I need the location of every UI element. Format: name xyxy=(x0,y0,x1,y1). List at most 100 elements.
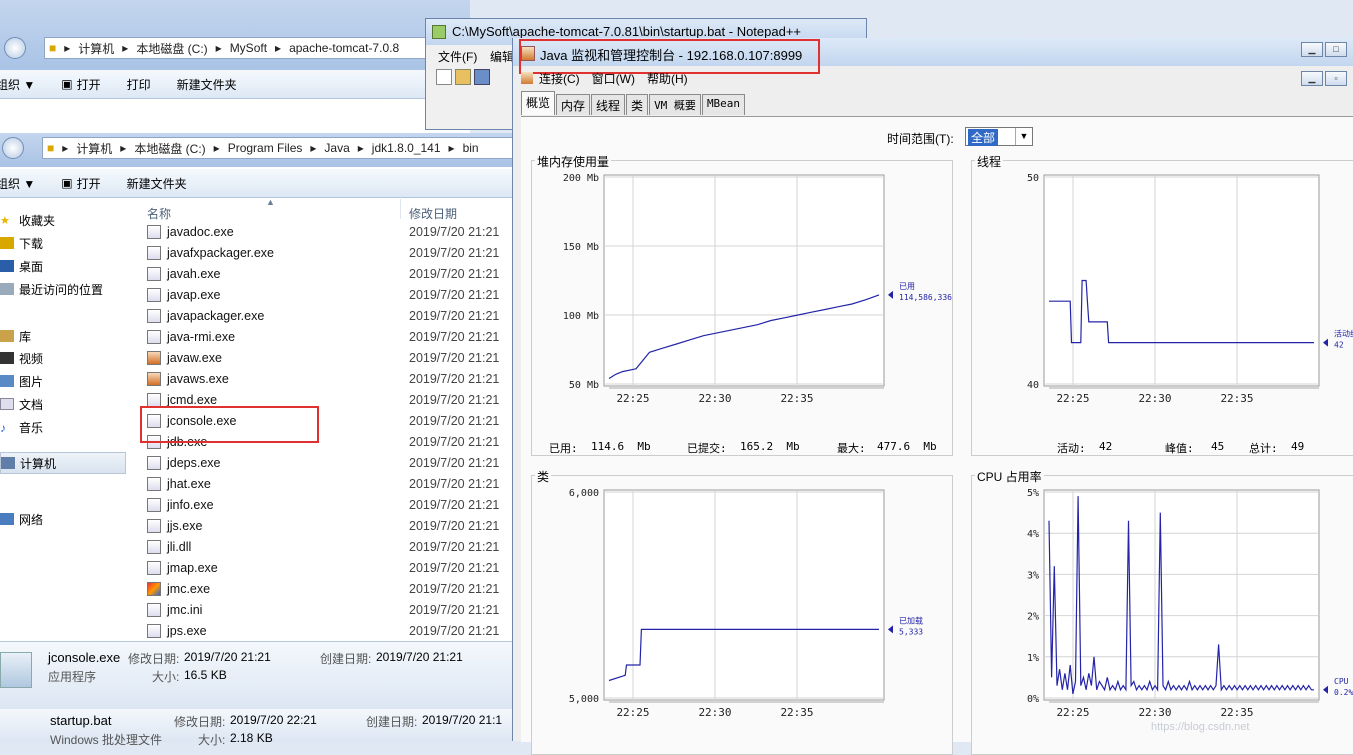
nav-computer[interactable]: 计算机 xyxy=(0,452,126,474)
details-size-label: 大小: xyxy=(152,670,180,684)
maximize-button[interactable]: □ xyxy=(1325,42,1347,57)
file-icon xyxy=(147,560,161,575)
file-row[interactable]: javapackager.exe 2019/7/20 21:21 xyxy=(147,305,517,326)
nav-pictures[interactable]: 图片 xyxy=(0,371,43,391)
breadcrumb-item[interactable]: 本地磁盘 (C:) xyxy=(134,140,205,157)
file-row[interactable]: javafxpackager.exe 2019/7/20 21:21 xyxy=(147,242,517,263)
pictures-icon xyxy=(0,375,14,387)
explorer-window-jdk-bin: ■ ▸ 计算机 ▸ 本地磁盘 (C:) ▸ Program Files ▸ Ja… xyxy=(0,133,521,709)
nav-desktop[interactable]: 桌面 xyxy=(0,256,43,276)
tab-memory[interactable]: 内存 xyxy=(556,94,591,115)
series-name-label: 活动线程 xyxy=(1334,329,1353,339)
file-row[interactable]: jjs.exe 2019/7/20 21:21 xyxy=(147,515,517,536)
folder-icon: ■ xyxy=(47,141,55,155)
column-header-date[interactable]: 修改日期 xyxy=(409,205,457,222)
file-row[interactable]: javadoc.exe 2019/7/20 21:21 xyxy=(147,221,517,242)
x-tick-label: 22:25 xyxy=(616,392,649,405)
file-row[interactable]: javaw.exe 2019/7/20 21:21 xyxy=(147,347,517,368)
organize-button[interactable]: 组织 ▼ xyxy=(0,175,35,192)
new-file-icon[interactable] xyxy=(436,69,452,85)
file-date: 2019/7/20 21:21 xyxy=(409,560,500,575)
nav-libraries[interactable]: 库 xyxy=(0,326,31,346)
breadcrumb-item[interactable]: Program Files xyxy=(228,141,303,155)
tab-overview[interactable]: 概览 xyxy=(521,91,556,115)
nav-recent[interactable]: 最近访问的位置 xyxy=(0,279,103,299)
y-tick-label: 4% xyxy=(1027,529,1039,540)
series-marker xyxy=(888,290,893,299)
file-row[interactable]: jmc.exe 2019/7/20 21:21 xyxy=(147,578,517,599)
details-filename: jconsole.exe xyxy=(48,650,121,665)
breadcrumb-item[interactable]: Java xyxy=(324,141,349,155)
menu-file[interactable]: 文件(F) xyxy=(438,48,477,65)
jconsole-highlight-box xyxy=(140,406,319,443)
back-button[interactable] xyxy=(4,37,26,59)
menu-help[interactable]: 帮助(H) xyxy=(647,70,688,87)
file-row[interactable]: jhat.exe 2019/7/20 21:21 xyxy=(147,473,517,494)
file-name-cell: javah.exe xyxy=(147,266,409,281)
menu-connection[interactable]: 连接(C) xyxy=(539,70,580,87)
file-row[interactable]: jmap.exe 2019/7/20 21:21 xyxy=(147,557,517,578)
file-date: 2019/7/20 21:21 xyxy=(409,329,500,344)
file-row[interactable]: javap.exe 2019/7/20 21:21 xyxy=(147,284,517,305)
x-tick-label: 22:35 xyxy=(780,392,813,405)
inner-minimize-button[interactable]: ▁ xyxy=(1301,71,1323,86)
nav-favorites[interactable]: ★ 收藏夹 xyxy=(0,210,55,230)
new-folder-button[interactable]: 新建文件夹 xyxy=(177,76,237,93)
tab-mbeans[interactable]: MBean xyxy=(701,94,746,115)
open-file-icon[interactable] xyxy=(455,69,471,85)
star-icon: ★ xyxy=(0,215,10,227)
tab-threads[interactable]: 线程 xyxy=(591,94,626,115)
column-header-name[interactable]: 名称 xyxy=(147,205,171,222)
file-name-cell: jmc.exe xyxy=(147,581,409,596)
breadcrumb-sep: ▸ xyxy=(448,141,455,155)
details-modified: 2019/7/20 22:21 xyxy=(230,713,317,727)
breadcrumb-item[interactable]: 计算机 xyxy=(78,40,114,57)
file-row[interactable]: jps.exe 2019/7/20 21:21 xyxy=(147,620,517,641)
nav-documents[interactable]: 文档 xyxy=(0,394,43,414)
menu-edit[interactable]: 编辑 xyxy=(490,48,514,65)
file-name-cell: jdeps.exe xyxy=(147,455,409,470)
tab-vm-summary[interactable]: VM 概要 xyxy=(649,94,701,115)
file-date: 2019/7/20 21:21 xyxy=(409,392,500,407)
x-tick-label: 22:35 xyxy=(1220,706,1253,719)
tab-classes[interactable]: 类 xyxy=(626,94,649,115)
breadcrumb-item[interactable]: 计算机 xyxy=(76,140,112,157)
print-button[interactable]: 打印 xyxy=(127,76,151,93)
file-row[interactable]: javah.exe 2019/7/20 21:21 xyxy=(147,263,517,284)
new-folder-button[interactable]: 新建文件夹 xyxy=(127,175,187,192)
breadcrumb-item[interactable]: bin xyxy=(463,141,479,155)
organize-button[interactable]: 组织 ▼ xyxy=(0,76,35,93)
details-modified: 2019/7/20 21:21 xyxy=(184,650,271,664)
file-row[interactable]: javaws.exe 2019/7/20 21:21 xyxy=(147,368,517,389)
breadcrumb-item[interactable]: MySoft xyxy=(230,41,267,55)
file-name: jmc.ini xyxy=(167,602,203,617)
breadcrumb-item[interactable]: 本地磁盘 (C:) xyxy=(136,40,207,57)
nav-downloads[interactable]: 下载 xyxy=(0,233,43,253)
file-row[interactable]: java-rmi.exe 2019/7/20 21:21 xyxy=(147,326,517,347)
inner-restore-button[interactable]: ▫ xyxy=(1325,71,1347,86)
file-date: 2019/7/20 21:21 xyxy=(409,287,500,302)
nav-label: 收藏夹 xyxy=(19,213,56,228)
file-row[interactable]: jdeps.exe 2019/7/20 21:21 xyxy=(147,452,517,473)
file-name-cell: jps.exe xyxy=(147,623,409,638)
nav-network[interactable]: 网络 xyxy=(0,509,43,529)
file-row[interactable]: jinfo.exe 2019/7/20 21:21 xyxy=(147,494,517,515)
file-row[interactable]: jli.dll 2019/7/20 21:21 xyxy=(147,536,517,557)
minimize-button[interactable]: ▁ xyxy=(1301,42,1323,57)
explorer1-address-bar[interactable]: ■ ▸ 计算机 ▸ 本地磁盘 (C:) ▸ MySoft ▸ apache-to… xyxy=(44,37,470,59)
breadcrumb-item[interactable]: apache-tomcat-7.0.8 xyxy=(289,41,399,55)
file-row[interactable]: jmc.ini 2019/7/20 21:21 xyxy=(147,599,517,620)
explorer2-address-bar[interactable]: ■ ▸ 计算机 ▸ 本地磁盘 (C:) ▸ Program Files ▸ Ja… xyxy=(42,137,520,159)
open-button[interactable]: ▣ 打开 xyxy=(61,175,100,192)
breadcrumb-item[interactable]: jdk1.8.0_141 xyxy=(372,141,441,155)
documents-icon xyxy=(0,398,14,410)
details-created-label: 创建日期: xyxy=(366,715,418,729)
back-button[interactable] xyxy=(2,137,24,159)
nav-videos[interactable]: 视频 xyxy=(0,348,43,368)
nav-music[interactable]: ♪ 音乐 xyxy=(0,417,43,437)
details-type: 应用程序 xyxy=(48,670,97,684)
save-icon[interactable] xyxy=(474,69,490,85)
menu-window[interactable]: 窗口(W) xyxy=(592,70,635,87)
open-button[interactable]: ▣ 打开 xyxy=(61,76,100,93)
recent-places-icon xyxy=(0,283,14,295)
